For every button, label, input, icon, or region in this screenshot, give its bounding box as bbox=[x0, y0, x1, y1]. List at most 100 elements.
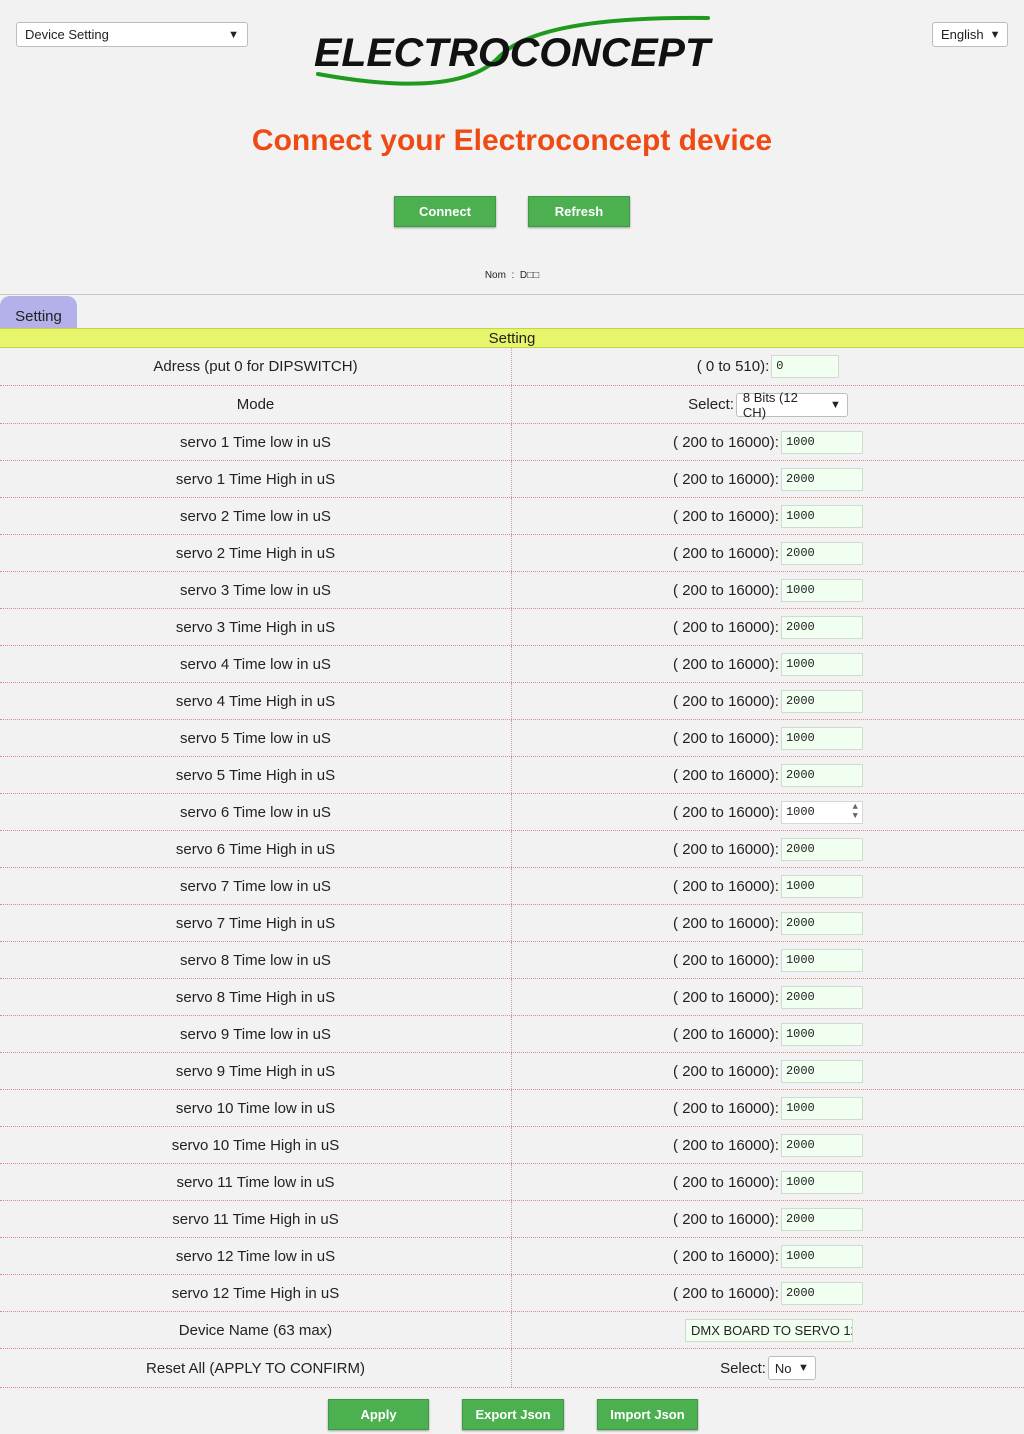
servo-row: servo 8 Time low in uS ( 200 to 16000): 10… bbox=[0, 942, 1024, 979]
servo-row: servo 4 Time High in uS ( 200 to 16000): 2… bbox=[0, 683, 1024, 720]
servo-input[interactable]: 1000 ▲ ▼ bbox=[780, 800, 863, 824]
servo-input[interactable]: 2000 bbox=[780, 689, 863, 713]
servo-label: servo 10 Time low in uS bbox=[0, 1090, 512, 1126]
servo-control: ( 200 to 16000): 1000 bbox=[512, 424, 1024, 460]
refresh-button[interactable]: Refresh bbox=[528, 196, 630, 227]
device-name-input[interactable]: DMX BOARD TO SERVO 12 bbox=[685, 1318, 853, 1342]
servo-value: 1000 bbox=[785, 508, 815, 523]
servo-input[interactable]: 1000 bbox=[780, 578, 863, 602]
servo-range: ( 200 to 16000): bbox=[673, 951, 779, 969]
servo-input[interactable]: 1000 bbox=[780, 430, 863, 454]
servo-value: 2000 bbox=[785, 841, 815, 856]
spinner-arrows-icon[interactable]: ▲ ▼ bbox=[853, 803, 858, 821]
servo-input[interactable]: 2000 bbox=[780, 1059, 863, 1083]
servo-value: 1000 bbox=[785, 952, 815, 967]
servo-range: ( 200 to 16000): bbox=[673, 655, 779, 673]
servo-control: ( 200 to 16000): 2000 bbox=[512, 1127, 1024, 1163]
servo-input[interactable]: 2000 bbox=[780, 615, 863, 639]
servo-input[interactable]: 2000 bbox=[780, 1281, 863, 1305]
reset-select[interactable]: No ▼ bbox=[767, 1356, 816, 1380]
reset-select-label: Select: bbox=[720, 1359, 766, 1377]
servo-range: ( 200 to 16000): bbox=[673, 1284, 779, 1302]
servo-label: servo 1 Time High in uS bbox=[0, 461, 512, 497]
servo-input[interactable]: 2000 bbox=[780, 985, 863, 1009]
servo-input[interactable]: 1000 bbox=[780, 1022, 863, 1046]
servo-row: servo 2 Time low in uS ( 200 to 16000): 10… bbox=[0, 498, 1024, 535]
servo-label: servo 1 Time low in uS bbox=[0, 424, 512, 460]
servo-control: ( 200 to 16000): 2000 bbox=[512, 1201, 1024, 1237]
servo-input[interactable]: 1000 bbox=[780, 652, 863, 676]
device-setting-select-value: Device Setting bbox=[25, 27, 109, 42]
mode-select-value: 8 Bits (12 CH) bbox=[742, 389, 798, 420]
servo-value: 2000 bbox=[785, 915, 815, 930]
servo-row: servo 12 Time low in uS ( 200 to 16000): 1… bbox=[0, 1238, 1024, 1275]
servo-rows: servo 1 Time low in uS( 200 to 16000): 10… bbox=[0, 424, 1024, 1312]
servo-input[interactable]: 2000 bbox=[780, 467, 863, 491]
device-setting-select[interactable]: Device Setting ▼ bbox=[16, 22, 248, 47]
tab-setting[interactable]: Setting bbox=[0, 296, 77, 328]
address-range: ( 0 to 510): bbox=[696, 358, 770, 375]
servo-label: servo 5 Time High in uS bbox=[0, 757, 512, 793]
servo-control: ( 200 to 16000): 2000 bbox=[512, 535, 1024, 571]
reset-row: Reset All (APPLY TO CONFIRM) Select: No … bbox=[0, 1349, 1024, 1388]
servo-row: servo 10 Time High in uS( 200 to 16000):… bbox=[0, 1127, 1024, 1164]
servo-control: ( 200 to 16000): 2000 bbox=[512, 905, 1024, 941]
address-control: ( 0 to 510): 0 bbox=[512, 348, 1024, 385]
reset-select-value: No bbox=[774, 1360, 792, 1376]
servo-input[interactable]: 2000 bbox=[780, 911, 863, 935]
servo-control: ( 200 to 16000): 1000 bbox=[512, 1164, 1024, 1200]
language-select[interactable]: English ▼ bbox=[932, 22, 1008, 47]
servo-label: servo 8 Time High in uS bbox=[0, 979, 512, 1015]
servo-input[interactable]: 1000 bbox=[780, 726, 863, 750]
connect-button[interactable]: Connect bbox=[394, 196, 496, 227]
servo-row: servo 3 Time High in uS ( 200 to 16000): 2… bbox=[0, 609, 1024, 646]
servo-label: servo 2 Time High in uS bbox=[0, 535, 512, 571]
export-json-button[interactable]: Export Json bbox=[462, 1399, 564, 1430]
servo-label: servo 7 Time High in uS bbox=[0, 905, 512, 941]
servo-control: ( 200 to 16000): 2000 bbox=[512, 1053, 1024, 1089]
mode-select[interactable]: 8 Bits (12 CH) ▼ bbox=[735, 389, 848, 420]
device-name-row: Device Name (63 max) DMX BOARD TO SERVO … bbox=[0, 1312, 1024, 1349]
apply-button[interactable]: Apply bbox=[328, 1399, 429, 1430]
servo-row: servo 8 Time High in uS ( 200 to 16000): 2… bbox=[0, 979, 1024, 1016]
servo-control: ( 200 to 16000): 2000 bbox=[512, 757, 1024, 793]
servo-input[interactable]: 2000 bbox=[780, 1207, 863, 1231]
servo-label: servo 3 Time High in uS bbox=[0, 609, 512, 645]
servo-row: servo 7 Time low in uS ( 200 to 16000): 10… bbox=[0, 868, 1024, 905]
servo-control: ( 200 to 16000): 1000 ▲ ▼ bbox=[512, 794, 1024, 830]
servo-label: servo 4 Time High in uS bbox=[0, 683, 512, 719]
servo-input[interactable]: 1000 bbox=[780, 874, 863, 898]
import-json-button[interactable]: Import Json bbox=[597, 1399, 698, 1430]
servo-label: servo 8 Time low in uS bbox=[0, 942, 512, 978]
servo-input[interactable]: 1000 bbox=[780, 504, 863, 528]
servo-range: ( 200 to 16000): bbox=[673, 988, 779, 1006]
servo-range: ( 200 to 16000): bbox=[673, 1210, 779, 1228]
servo-value: 2000 bbox=[785, 1211, 815, 1226]
servo-control: ( 200 to 16000): 1000 bbox=[512, 646, 1024, 682]
servo-row: servo 5 Time low in uS ( 200 to 16000): 10… bbox=[0, 720, 1024, 757]
servo-input[interactable]: 2000 bbox=[780, 763, 863, 787]
servo-range: ( 200 to 16000): bbox=[673, 1062, 779, 1080]
servo-input[interactable]: 2000 bbox=[780, 837, 863, 861]
servo-input[interactable]: 1000 bbox=[780, 1096, 863, 1120]
servo-control: ( 200 to 16000): 1000 bbox=[512, 942, 1024, 978]
servo-row: servo 5 Time High in uS ( 200 to 16000): 2… bbox=[0, 757, 1024, 794]
servo-range: ( 200 to 16000): bbox=[673, 433, 779, 451]
servo-value: 2000 bbox=[785, 619, 815, 634]
address-input[interactable]: 0 bbox=[771, 355, 840, 378]
logo-text: ELECTROCONCEPT bbox=[314, 31, 714, 75]
servo-input[interactable]: 1000 bbox=[780, 1170, 863, 1194]
servo-input[interactable]: 2000 bbox=[780, 541, 863, 565]
servo-input[interactable]: 2000 bbox=[780, 1133, 863, 1157]
servo-value: 1000 bbox=[785, 804, 815, 819]
servo-control: ( 200 to 16000): 2000 bbox=[512, 979, 1024, 1015]
servo-value: 1000 bbox=[785, 1100, 815, 1115]
section-header: Setting bbox=[0, 328, 1024, 348]
servo-value: 1000 bbox=[785, 878, 815, 893]
servo-row: servo 9 Time low in uS ( 200 to 16000): 10… bbox=[0, 1016, 1024, 1053]
servo-input[interactable]: 1000 bbox=[780, 1244, 863, 1268]
servo-row: servo 3 Time low in uS ( 200 to 16000): 10… bbox=[0, 572, 1024, 609]
servo-label: servo 6 Time low in uS bbox=[0, 794, 512, 830]
servo-input[interactable]: 1000 bbox=[780, 948, 863, 972]
servo-row: servo 11 Time High in uS( 200 to 16000):… bbox=[0, 1201, 1024, 1238]
